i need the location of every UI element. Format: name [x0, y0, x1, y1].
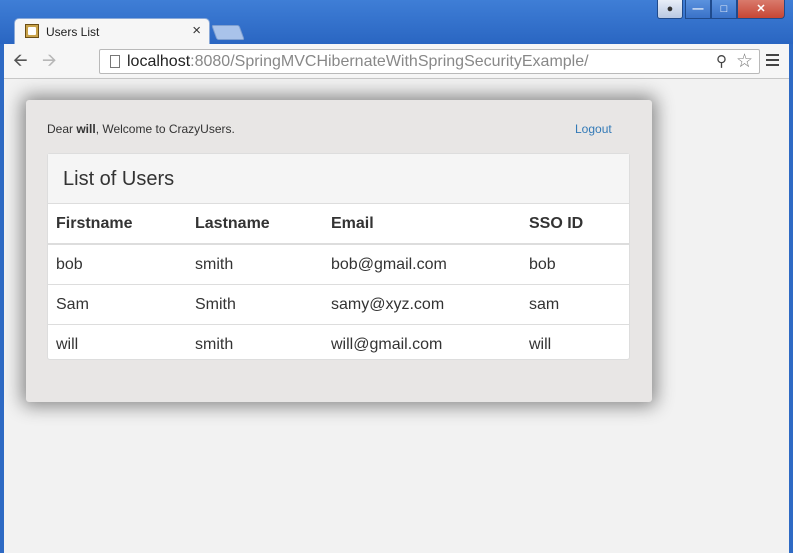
bookmark-star-icon[interactable]: ☆: [736, 50, 753, 73]
table-row: bob smith bob@gmail.com bob: [48, 244, 629, 285]
cell-firstname: bob: [56, 255, 83, 273]
back-arrow-icon[interactable]: 🡨: [13, 50, 28, 70]
table-row: will smith will@gmail.com will: [48, 324, 629, 364]
cell-firstname: Sam: [48, 284, 187, 325]
table-row: Sam Smith samy@xyz.com sam: [48, 284, 629, 325]
cell-lastname: smith: [187, 324, 323, 364]
panel-heading: List of Users: [48, 154, 629, 204]
profile-icon[interactable]: ●: [657, 0, 683, 19]
new-tab-button[interactable]: [211, 25, 245, 40]
page-content: Dear will, Welcome to CrazyUsers. Logout…: [4, 79, 789, 553]
header-sso-id: SSO ID: [521, 204, 629, 245]
close-window-button[interactable]: ✕: [737, 0, 785, 19]
logout-link[interactable]: Logout: [575, 122, 612, 136]
cell-email: will@gmail.com: [323, 324, 521, 364]
cell-email: samy@xyz.com: [323, 284, 521, 325]
cell-sso-id: sam: [521, 284, 629, 325]
browser-tab[interactable]: Users List ×: [14, 18, 210, 44]
cell-sso-id: will: [521, 324, 629, 364]
url-text[interactable]: localhost:8080/SpringMVCHibernateWithSpr…: [127, 53, 589, 71]
key-icon[interactable]: ⚲: [716, 52, 727, 70]
cell-lastname: Smith: [187, 284, 323, 325]
menu-icon[interactable]: [766, 54, 779, 68]
favicon-icon: [25, 24, 39, 38]
tab-close-icon[interactable]: ×: [192, 22, 201, 40]
cell-lastname: smith: [195, 255, 234, 273]
greeting-text: Dear will, Welcome to CrazyUsers.: [47, 122, 235, 136]
page-icon: [110, 55, 120, 68]
header-email: Email: [323, 204, 521, 245]
username: will: [76, 122, 96, 136]
url-host: localhost: [127, 53, 191, 70]
cell-firstname: will: [48, 324, 187, 364]
maximize-button[interactable]: □: [711, 0, 737, 19]
table-header-row: Firstname Lastname Email SSO ID: [48, 204, 629, 245]
tab-title: Users List: [46, 25, 100, 39]
users-table: Firstname Lastname Email SSO ID bob smit…: [48, 204, 629, 364]
window-titlebar: Users List × ● — □ ✕: [0, 0, 793, 44]
address-bar[interactable]: localhost:8080/SpringMVCHibernateWithSpr…: [99, 49, 760, 74]
header-lastname: Lastname: [187, 204, 323, 245]
url-path: :8080/SpringMVCHibernateWithSpringSecuri…: [190, 53, 589, 70]
minimize-button[interactable]: —: [685, 0, 711, 19]
forward-arrow-icon[interactable]: 🡪: [42, 50, 57, 70]
panel-title: List of Users: [63, 168, 175, 190]
users-panel: List of Users Firstname Lastname Email S…: [47, 153, 630, 364]
greeting-prefix: Dear: [47, 122, 77, 136]
browser-toolbar: 🡨 🡪 localhost:8080/SpringMVCHibernateWit…: [4, 44, 789, 79]
cell-sso-id: bob: [529, 255, 556, 273]
content-card: Dear will, Welcome to CrazyUsers. Logout…: [26, 100, 652, 402]
header-firstname: Firstname: [48, 204, 187, 245]
greeting-suffix: , Welcome to CrazyUsers.: [95, 122, 235, 136]
cell-email: bob@gmail.com: [331, 255, 447, 273]
window-frame-right: [789, 44, 793, 553]
